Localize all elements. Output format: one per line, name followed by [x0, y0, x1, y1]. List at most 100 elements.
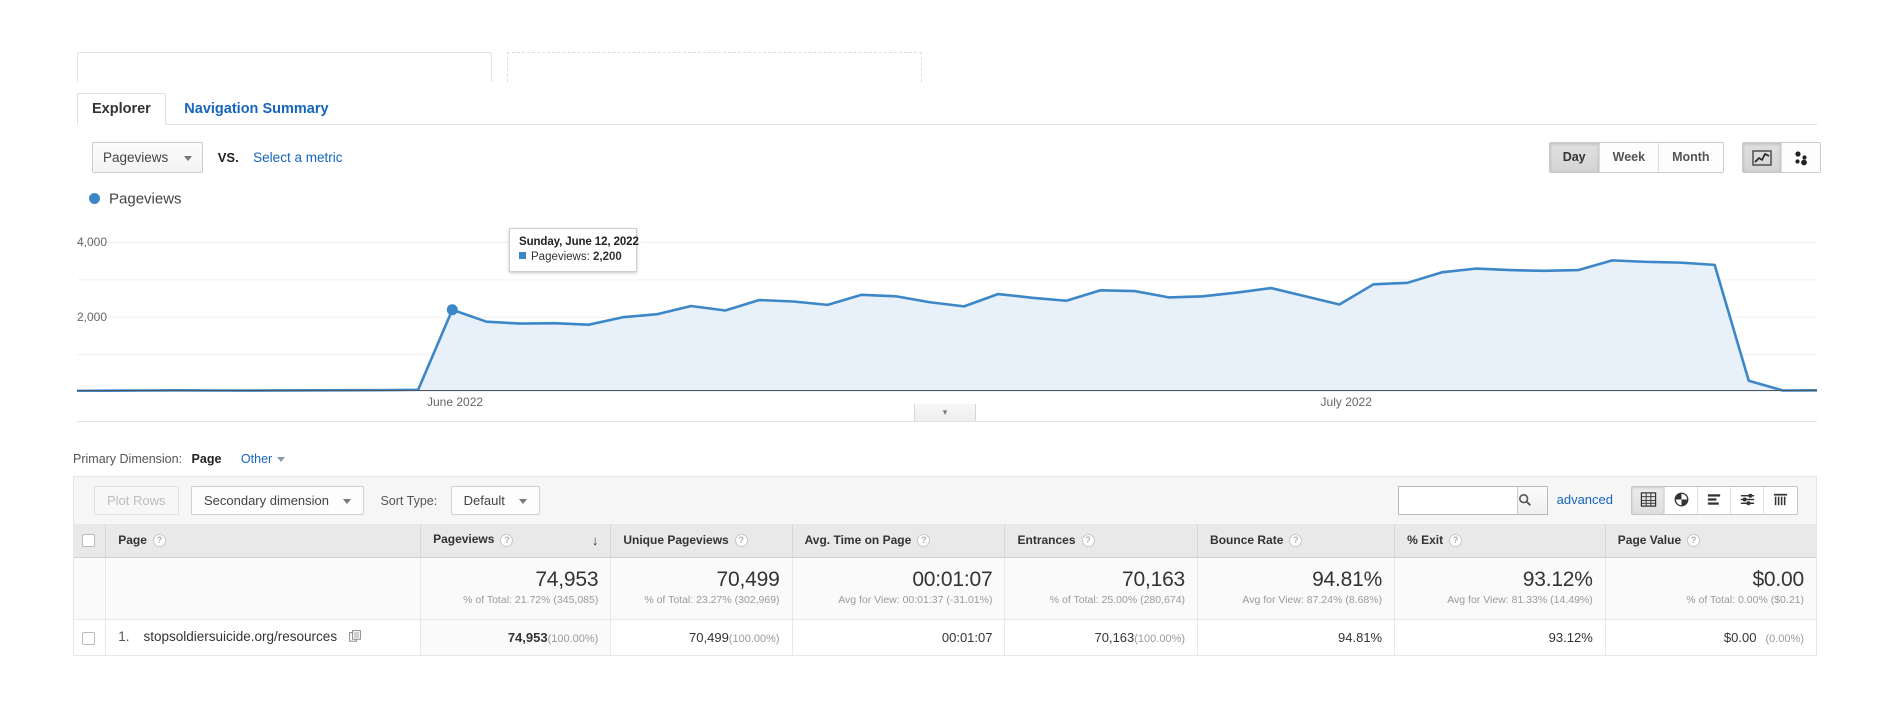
bar-chart-view-glyph: [1707, 494, 1720, 505]
summary-pageviews: 74,953 % of Total: 21.72% (345,085): [420, 557, 612, 620]
row-value: 74,953: [507, 629, 548, 645]
secondary-dimension-dropdown[interactable]: Secondary dimension: [190, 486, 365, 515]
pageviews-chart: Pageviews 4,000 2,000: [77, 190, 1817, 400]
tooltip-date: Sunday, June 12, 2022: [519, 236, 639, 248]
motion-chart-icon[interactable]: [1782, 143, 1820, 172]
column-header-pct-exit[interactable]: % Exit?: [1394, 524, 1606, 558]
summary-entrances: 70,163 % of Total: 25.00% (280,674): [1004, 557, 1199, 620]
top-panel-stubs: [77, 52, 997, 82]
chart-legend: Pageviews: [89, 190, 182, 216]
summary-subtext: Avg for View: 87.24% (8.68%): [1242, 593, 1383, 606]
row-page-value: $0.00 (0.00%): [1605, 619, 1816, 656]
select-all-checkbox[interactable]: [82, 534, 95, 548]
help-icon[interactable]: ?: [1687, 534, 1701, 548]
column-header-unique-pageviews[interactable]: Unique Pageviews?: [610, 524, 793, 558]
chart-tooltip: Sunday, June 12, 2022 Pageviews: 2,200: [509, 228, 639, 272]
view-type-icons: [1631, 486, 1798, 515]
line-chart-icon[interactable]: [1743, 143, 1782, 172]
help-icon[interactable]: ?: [1289, 534, 1303, 548]
row-value: 70,163: [1094, 629, 1135, 645]
column-header-page[interactable]: Page?: [105, 524, 422, 558]
table-view-icon[interactable]: [1632, 487, 1665, 514]
pages-data-table: Page? Pageviews? ↓ Unique Pageviews? Avg.…: [74, 524, 1816, 656]
row-pct-exit: 93.12%: [1394, 619, 1606, 656]
chart-controls: Day Week Month: [1548, 142, 1821, 174]
summary-value: 00:01:07: [912, 567, 993, 591]
summary-value: $0.00: [1752, 567, 1804, 591]
section-divider: [77, 421, 1817, 422]
row-percent: (100.00%): [728, 632, 780, 645]
summary-bounce-rate: 94.81% Avg for View: 87.24% (8.68%): [1197, 557, 1396, 620]
select-a-metric-link[interactable]: Select a metric: [253, 150, 342, 165]
granularity-week[interactable]: Week: [1599, 143, 1660, 172]
help-icon[interactable]: ?: [152, 534, 166, 548]
row-avg-time-on-page: 00:01:07: [792, 619, 1006, 656]
row-entrances: 70,163(100.00%): [1004, 619, 1199, 656]
search-icon: [1519, 494, 1531, 506]
help-icon[interactable]: ?: [500, 533, 514, 547]
collapse-chart-button[interactable]: ▾: [914, 404, 976, 422]
column-header-bounce-rate[interactable]: Bounce Rate?: [1197, 524, 1396, 558]
granularity-month[interactable]: Month: [1659, 143, 1723, 172]
column-label-pageviews: Pageviews: [433, 532, 495, 547]
summary-subtext: % of Total: 0.00% ($0.21): [1686, 593, 1804, 606]
column-label-bounce-rate: Bounce Rate: [1210, 533, 1284, 548]
chart-type-segmented-control: [1742, 142, 1821, 173]
row-page-link[interactable]: stopsoldiersuicide.org/resources: [143, 629, 337, 644]
column-header-pageviews[interactable]: Pageviews? ↓: [420, 524, 612, 558]
tab-navigation-summary[interactable]: Navigation Summary: [170, 94, 342, 126]
pivot-view-icon[interactable]: [1764, 487, 1797, 514]
help-icon[interactable]: ?: [734, 534, 748, 548]
search-button[interactable]: [1517, 487, 1547, 514]
summary-avg-time-on-page: 00:01:07 Avg for View: 00:01:37 (-31.01%…: [792, 557, 1006, 620]
table-summary-row: 74,953 % of Total: 21.72% (345,085) 70,4…: [74, 557, 1816, 620]
bar-chart-view-icon[interactable]: [1698, 487, 1731, 514]
chevron-down-icon: [343, 499, 352, 505]
filter-box-stub[interactable]: [77, 52, 492, 82]
select-all-header: [74, 524, 107, 558]
column-header-entrances[interactable]: Entrances?: [1004, 524, 1199, 558]
line-chart-glyph: [1752, 150, 1772, 166]
help-icon[interactable]: ?: [1449, 534, 1463, 548]
column-label-pct-exit: % Exit: [1407, 533, 1444, 548]
column-header-page-value[interactable]: Page Value?: [1605, 524, 1816, 558]
chart-svg: [77, 241, 1817, 392]
plot-rows-button[interactable]: Plot Rows: [94, 486, 179, 515]
summary-value: 93.12%: [1522, 567, 1593, 591]
y-axis-label-4000: 4,000: [77, 235, 108, 250]
row-value: $0.00: [1723, 629, 1757, 645]
granularity-day[interactable]: Day: [1549, 143, 1600, 172]
sort-type-label: Sort Type:: [380, 493, 438, 508]
metric-selector-row: Pageviews VS. Select a metric: [92, 142, 342, 174]
pivot-view-glyph: [1773, 493, 1788, 506]
primary-metric-label: Pageviews: [103, 150, 169, 165]
tab-explorer[interactable]: Explorer: [77, 93, 166, 125]
sort-descending-icon[interactable]: ↓: [592, 533, 599, 548]
summary-value: 70,499: [716, 567, 780, 591]
dashed-box-stub[interactable]: [507, 52, 922, 82]
row-checkbox[interactable]: [82, 631, 95, 645]
report-tabs: Explorer Navigation Summary: [77, 92, 1817, 125]
sort-type-dropdown[interactable]: Default: [450, 486, 540, 515]
column-label-entrances: Entrances: [1017, 533, 1076, 548]
summary-page-value: $0.00 % of Total: 0.00% ($0.21): [1605, 557, 1816, 620]
help-icon[interactable]: ?: [1081, 534, 1095, 548]
comparison-view-icon[interactable]: [1731, 487, 1764, 514]
search-input[interactable]: [1399, 487, 1517, 514]
advanced-search-link[interactable]: advanced: [1557, 492, 1613, 507]
row-checkbox-cell: [74, 619, 107, 656]
column-label-page: Page: [118, 533, 147, 548]
primary-dimension-other[interactable]: Other: [241, 452, 286, 466]
vs-label: VS.: [217, 150, 239, 165]
primary-metric-dropdown[interactable]: Pageviews: [92, 142, 204, 173]
open-in-new-window-icon[interactable]: [349, 630, 361, 645]
column-header-avg-time-on-page[interactable]: Avg. Time on Page?: [792, 524, 1006, 558]
chart-plot-area[interactable]: 4,000 2,000: [77, 220, 1817, 392]
primary-dimension-value[interactable]: Page: [192, 452, 222, 466]
summary-unique-pageviews: 70,499 % of Total: 23.27% (302,969): [610, 557, 793, 620]
summary-page-cell: [105, 557, 422, 620]
tooltip-swatch-icon: [519, 252, 526, 260]
help-icon[interactable]: ?: [917, 534, 931, 548]
pie-chart-view-icon[interactable]: [1665, 487, 1698, 514]
table-row[interactable]: 1. stopsoldiersuicide.org/resources 74,95…: [74, 619, 1816, 656]
